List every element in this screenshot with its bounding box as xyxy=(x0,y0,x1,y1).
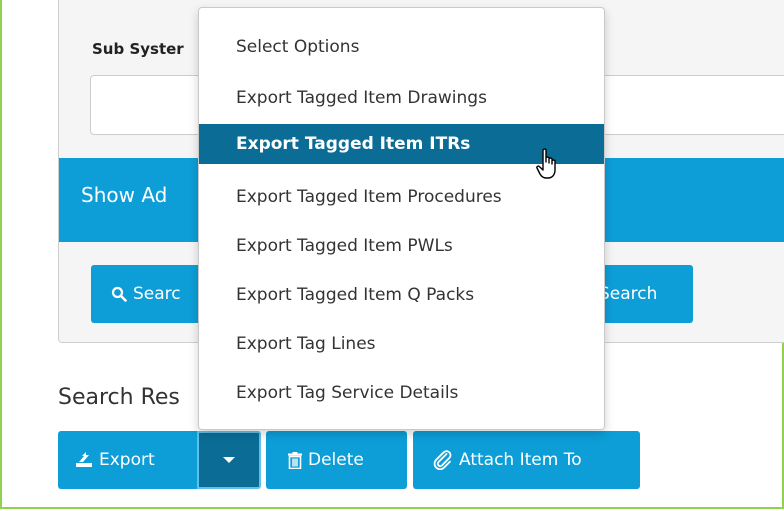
search-results-heading: Search Res xyxy=(58,385,180,410)
advanced-search-button[interactable]: Search xyxy=(595,265,693,323)
delete-button[interactable]: Delete xyxy=(266,431,407,489)
attach-item-button[interactable]: Attach Item To xyxy=(413,431,640,489)
menu-item-select-options[interactable]: Select Options xyxy=(199,27,604,67)
attach-item-button-label: Attach Item To xyxy=(459,450,582,470)
menu-item-export-q-packs[interactable]: Export Tagged Item Q Packs xyxy=(199,275,604,315)
export-dropdown-toggle[interactable] xyxy=(197,431,261,489)
menu-item-export-tag-lines[interactable]: Export Tag Lines xyxy=(199,324,604,364)
advanced-search-button-label: Search xyxy=(599,284,658,304)
export-button-label: Export xyxy=(99,450,155,470)
hand-pointer-icon xyxy=(536,148,562,186)
export-options-menu: Select Options Export Tagged Item Drawin… xyxy=(198,7,605,430)
trash-icon xyxy=(288,451,302,469)
menu-item-export-pwls[interactable]: Export Tagged Item PWLs xyxy=(199,226,604,266)
delete-button-label: Delete xyxy=(308,450,364,470)
menu-item-export-tag-service-details[interactable]: Export Tag Service Details xyxy=(199,373,604,413)
caret-down-icon xyxy=(223,457,235,463)
show-advanced-label: Show Ad xyxy=(81,183,168,207)
export-button[interactable]: Export xyxy=(58,431,197,489)
search-icon xyxy=(111,286,127,302)
paperclip-icon xyxy=(433,450,453,470)
sub-system-label: Sub Syster xyxy=(92,40,184,58)
search-button[interactable]: Searc xyxy=(91,265,203,323)
search-button-label: Searc xyxy=(133,284,181,304)
export-icon xyxy=(75,452,93,468)
menu-item-export-drawings[interactable]: Export Tagged Item Drawings xyxy=(199,78,604,118)
